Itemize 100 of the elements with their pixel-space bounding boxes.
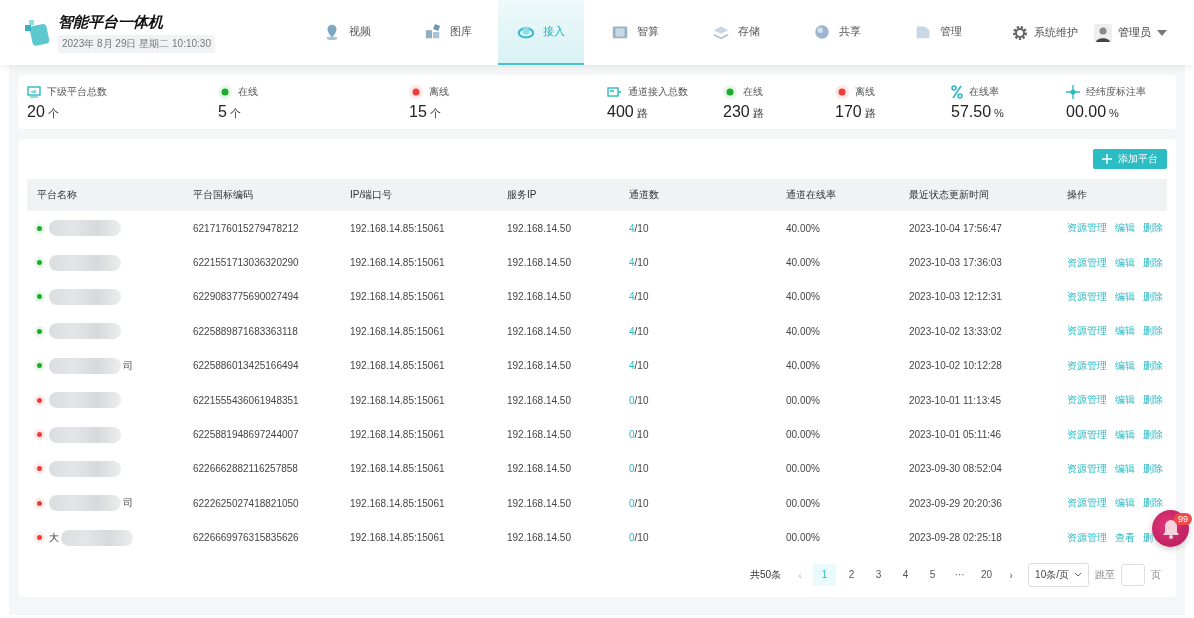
action-link[interactable]: 资源管理 <box>1067 221 1107 236</box>
previous-page-button[interactable]: ‹ <box>789 568 812 581</box>
name-fragment: 司 <box>123 496 133 511</box>
nav-tab[interactable]: 视频 <box>296 0 397 65</box>
action-link[interactable]: 删除 <box>1143 255 1163 270</box>
action-link[interactable]: 删除 <box>1143 461 1163 476</box>
action-link[interactable]: 编辑 <box>1115 358 1135 373</box>
channel-count: 0/10 <box>629 497 649 509</box>
stat-unit: 路 <box>864 106 876 121</box>
avatar-icon <box>1094 23 1112 42</box>
chevron-down-icon <box>1074 571 1082 578</box>
nav-tab[interactable]: 智算 <box>584 0 685 65</box>
page-button[interactable]: 3 <box>867 563 891 586</box>
action-link[interactable]: 资源管理 <box>1067 255 1107 270</box>
plus-icon <box>1102 154 1112 164</box>
action-link[interactable]: 编辑 <box>1115 393 1135 408</box>
action-link[interactable]: 编辑 <box>1115 496 1135 511</box>
column-header: 服务IP <box>497 179 619 211</box>
table-cell: 6226662882116257858 <box>193 463 298 475</box>
page-input[interactable] <box>1121 563 1145 586</box>
stat-value: 400 <box>607 103 634 121</box>
table-cell: 2023-10-03 17:36:03 <box>909 257 1002 269</box>
page-size-select[interactable]: 10条/页 <box>1028 562 1089 587</box>
nav-tab[interactable]: 接入 <box>498 0 584 65</box>
stat-value: 20 <box>27 103 45 121</box>
table-cell: 2023-10-04 17:56:47 <box>909 222 1002 234</box>
action-link[interactable]: 删除 <box>1143 289 1163 304</box>
nav-tab[interactable]: 图库 <box>397 0 498 65</box>
monitor-icon <box>27 86 41 98</box>
channel-count: 0/10 <box>629 429 649 441</box>
page-button[interactable]: 20 <box>975 563 999 586</box>
action-link[interactable]: 资源管理 <box>1067 461 1107 476</box>
channel-count: 0/10 <box>629 532 649 544</box>
action-link[interactable]: 资源管理 <box>1067 393 1107 408</box>
table-cell: 40.00% <box>786 360 820 372</box>
nav-tab[interactable]: 共享 <box>786 0 887 65</box>
action-link[interactable]: 查看 <box>1115 530 1135 545</box>
action-link[interactable]: 删除 <box>1143 324 1163 339</box>
table-cell: 192.168.14.85:15061 <box>350 497 445 509</box>
name-fragment: 司 <box>123 358 133 373</box>
action-link[interactable]: 资源管理 <box>1067 289 1107 304</box>
action-link[interactable]: 删除 <box>1143 221 1163 236</box>
action-link[interactable]: 资源管理 <box>1067 496 1107 511</box>
action-link[interactable]: 编辑 <box>1115 289 1135 304</box>
page-button[interactable]: 5 <box>921 563 945 586</box>
action-link[interactable]: 编辑 <box>1115 461 1135 476</box>
crosshair-icon <box>1066 85 1080 99</box>
stat-value: 5 <box>218 103 227 121</box>
page-button[interactable]: 1 <box>813 563 837 586</box>
system-maintenance-link[interactable]: 系统维护 <box>1012 24 1078 41</box>
action-link[interactable]: 删 <box>1143 530 1153 545</box>
channel-count: 0/10 <box>629 394 649 406</box>
page-button[interactable]: 4 <box>894 563 918 586</box>
app-title: 智能平台一体机 <box>58 12 165 32</box>
add-platform-button[interactable]: 添加平台 <box>1093 149 1167 169</box>
action-link[interactable]: 编辑 <box>1115 324 1135 339</box>
action-link[interactable]: 删除 <box>1143 393 1163 408</box>
next-page-button[interactable]: › <box>1000 568 1023 581</box>
action-link[interactable]: 编辑 <box>1115 221 1135 236</box>
total-count: 共50条 <box>749 567 782 582</box>
action-link[interactable]: 编辑 <box>1115 255 1135 270</box>
action-link[interactable]: 资源管理 <box>1067 530 1107 545</box>
stat-label: 经纬度标注率 <box>1086 85 1146 99</box>
table-cell: 2023-09-29 20:20:36 <box>909 497 1002 509</box>
table-cell: 192.168.14.85:15061 <box>350 532 445 544</box>
stat-label: 在线率 <box>969 85 999 99</box>
page-button[interactable]: 2 <box>840 563 864 586</box>
redacted-name <box>49 220 121 237</box>
redacted-name <box>49 495 121 512</box>
action-link[interactable]: 资源管理 <box>1067 427 1107 442</box>
nav-tab[interactable]: 管理 <box>887 0 988 65</box>
action-link[interactable]: 编辑 <box>1115 427 1135 442</box>
table-cell: 6217176015279478212 <box>193 222 299 234</box>
page-button[interactable]: ··· <box>948 563 972 586</box>
table-cell: 2023-09-30 08:52:04 <box>909 463 1002 475</box>
nav-tab[interactable]: 存储 <box>685 0 786 65</box>
table-cell: 192.168.14.50 <box>507 360 571 372</box>
stat-unit: 个 <box>47 106 59 121</box>
channel-count: 4/10 <box>629 222 649 234</box>
camera-icon <box>607 86 622 98</box>
redacted-name <box>49 460 121 477</box>
action-link[interactable]: 删除 <box>1143 358 1163 373</box>
user-menu[interactable]: 管理员 <box>1094 23 1167 42</box>
name-fragment: 大 <box>49 530 59 545</box>
table-cell: 192.168.14.85:15061 <box>350 463 445 475</box>
table-cell: 2023-10-03 12:12:31 <box>909 291 1002 303</box>
action-link[interactable]: 删除 <box>1143 427 1163 442</box>
action-link[interactable]: 资源管理 <box>1067 358 1107 373</box>
jump-label: 跳至 <box>1095 567 1115 582</box>
column-header: 最近状态更新时间 <box>899 179 1057 211</box>
table-cell: 192.168.14.50 <box>507 325 571 337</box>
action-link[interactable]: 删除 <box>1143 496 1163 511</box>
stat-value: 00.00 <box>1066 103 1107 121</box>
logo-icon <box>24 18 50 47</box>
offline-dot-icon <box>835 85 849 99</box>
blocks-icon <box>423 22 442 41</box>
percent-icon <box>951 85 963 99</box>
action-link[interactable]: 资源管理 <box>1067 324 1107 339</box>
stat-unit: 路 <box>636 106 648 121</box>
table-cell: 6225889871683363118 <box>193 325 298 337</box>
